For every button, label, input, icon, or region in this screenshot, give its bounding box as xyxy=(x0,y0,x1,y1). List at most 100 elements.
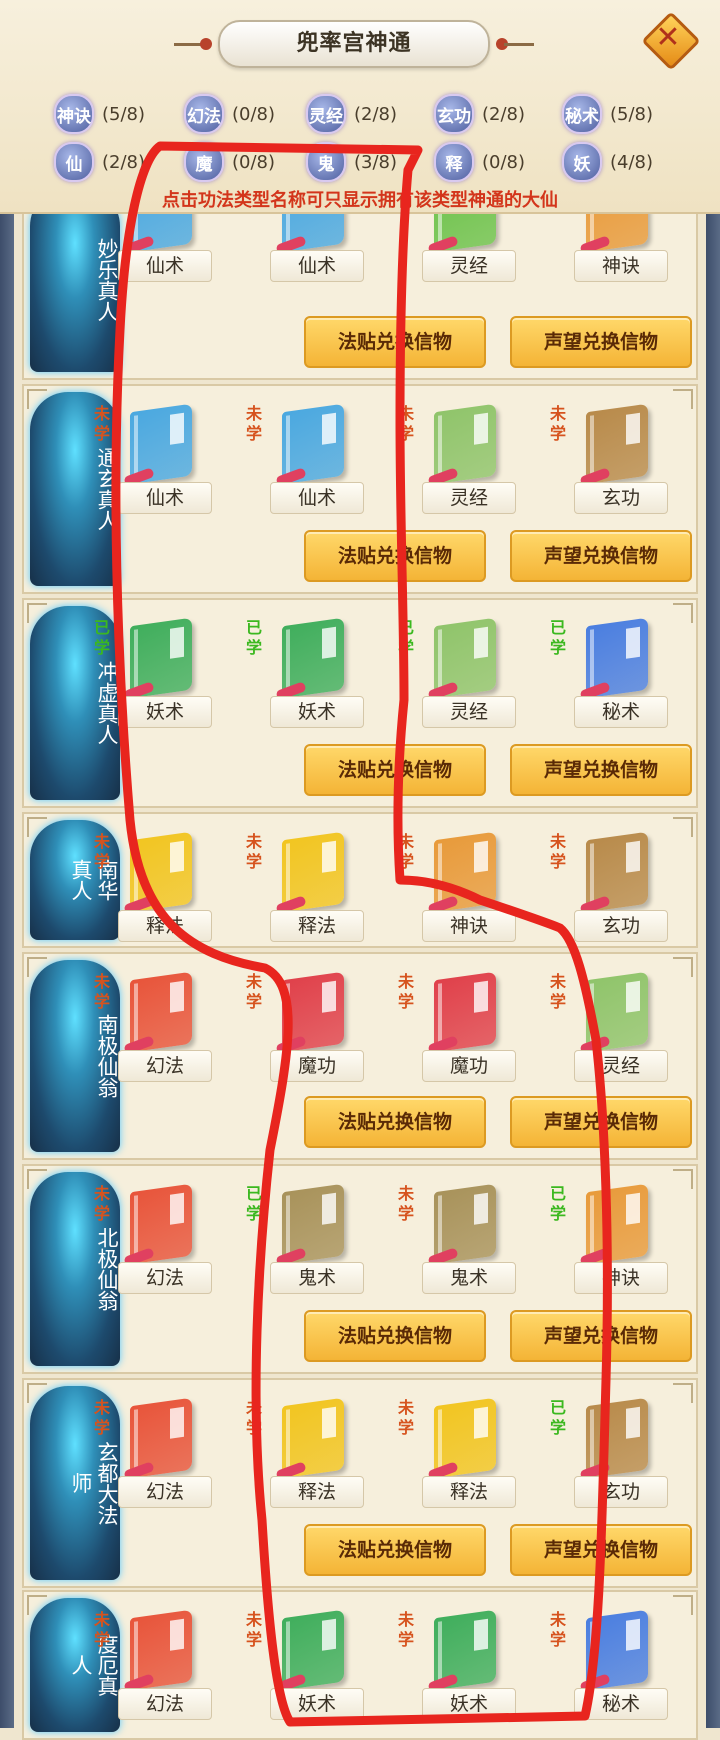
skill-book[interactable]: 已学玄功 xyxy=(550,1394,686,1508)
skill-book[interactable]: 未学释法 xyxy=(246,828,382,942)
page-title: 兜率宫神通 xyxy=(296,31,412,56)
skill-book[interactable]: 已学 灵经 xyxy=(398,614,534,728)
filter-type-icon: 幻法 xyxy=(184,94,224,134)
skill-book-label: 灵经 xyxy=(422,250,516,282)
skill-book-label: 灵经 xyxy=(422,482,516,514)
filter-chip[interactable]: 神诀 (5/8) xyxy=(54,94,145,134)
learn-status: 已学 xyxy=(550,1398,567,1437)
skill-book[interactable]: 未学 玄功 xyxy=(550,400,686,514)
reputation-exchange-button[interactable]: 声望兑换信物 xyxy=(510,316,692,368)
npc-name-panel[interactable]: 妙乐真人 xyxy=(30,188,120,372)
reputation-exchange-button[interactable]: 声望兑换信物 xyxy=(510,744,692,796)
learn-status: 未学 xyxy=(94,1184,111,1223)
learn-status: 未学 xyxy=(398,1398,415,1437)
skill-book-label: 秘术 xyxy=(574,1688,668,1720)
learn-status: 未学 xyxy=(94,404,111,443)
reputation-exchange-button[interactable]: 声望兑换信物 xyxy=(510,1524,692,1576)
skill-book[interactable]: 未学 仙术 xyxy=(246,400,382,514)
hint-text: 点击功法类型名称可只显示拥有该类型神通的大仙 xyxy=(162,190,558,211)
filter-chip[interactable]: 仙 (2/8) xyxy=(54,142,145,182)
npc-name: 北极仙翁 xyxy=(95,1227,119,1311)
npc-name: 玄都大法师 xyxy=(69,1441,119,1525)
skill-book[interactable]: 未学 释法 xyxy=(94,828,230,942)
skill-book[interactable]: 未学 仙术 xyxy=(94,400,230,514)
filter-chip[interactable]: 玄功 (2/8) xyxy=(434,94,525,134)
skill-book[interactable]: 未学 魔功 xyxy=(398,968,534,1082)
learn-status: 已学 xyxy=(246,1184,263,1223)
fatie-exchange-button[interactable]: 法贴兑换信物 xyxy=(304,744,486,796)
learn-status: 未学 xyxy=(550,972,567,1011)
skill-book[interactable]: 未学神诀 xyxy=(398,828,534,942)
filter-chip[interactable]: 妖 (4/8) xyxy=(562,142,653,182)
close-button[interactable]: ✕ xyxy=(641,11,701,71)
filter-chip[interactable]: 幻法 (0/8) xyxy=(184,94,275,134)
skill-book[interactable]: 已学 秘术 xyxy=(550,614,686,728)
skill-book[interactable]: 已学 神诀 xyxy=(550,1180,686,1294)
skill-book[interactable]: 未学 灵经 xyxy=(398,400,534,514)
reputation-exchange-button[interactable]: 声望兑换信物 xyxy=(510,1096,692,1148)
skill-book-label: 玄功 xyxy=(574,1476,668,1508)
skill-book-label: 玄功 xyxy=(574,910,668,942)
filter-chip[interactable]: 秘术 (5/8) xyxy=(562,94,653,134)
learn-status: 未学 xyxy=(550,1610,567,1649)
learn-status: 未学 xyxy=(94,832,111,871)
skill-book[interactable]: 未学 幻法 xyxy=(94,968,230,1082)
filter-count: (5/8) xyxy=(610,103,654,125)
fatie-exchange-button[interactable]: 法贴兑换信物 xyxy=(304,1524,486,1576)
learn-status: 未学 xyxy=(246,832,263,871)
npc-card: 度厄真人 未学 幻法 未学 妖术 未学 妖术 未学 秘术 xyxy=(22,1590,698,1740)
skill-book[interactable]: 未学 幻法 xyxy=(94,1394,230,1508)
skill-book[interactable]: 未学 幻法 xyxy=(94,1606,230,1720)
skill-book[interactable]: 未学 鬼术 xyxy=(398,1180,534,1294)
fatie-exchange-button[interactable]: 法贴兑换信物 xyxy=(304,530,486,582)
skill-book-label: 幻法 xyxy=(118,1262,212,1294)
filter-count: (5/8) xyxy=(102,103,146,125)
filter-count: (2/8) xyxy=(354,103,398,125)
skill-book[interactable]: 未学 妖术 xyxy=(398,1606,534,1720)
learn-status: 已学 xyxy=(94,618,111,657)
fatie-exchange-button[interactable]: 法贴兑换信物 xyxy=(304,1096,486,1148)
learn-status: 未学 xyxy=(246,972,263,1011)
skill-book[interactable]: 已学 妖术 xyxy=(246,614,382,728)
learn-status: 未学 xyxy=(246,404,263,443)
filter-type-icon: 神诀 xyxy=(54,94,94,134)
npc-name: 冲虚真人 xyxy=(95,661,119,745)
learn-status: 未学 xyxy=(398,832,415,871)
filter-type-icon: 玄功 xyxy=(434,94,474,134)
filter-chip[interactable]: 灵经 (2/8) xyxy=(306,94,397,134)
reputation-exchange-button[interactable]: 声望兑换信物 xyxy=(510,530,692,582)
skill-book[interactable]: 未学 魔功 xyxy=(246,968,382,1082)
fatie-exchange-button[interactable]: 法贴兑换信物 xyxy=(304,316,486,368)
skill-book-label: 魔功 xyxy=(422,1050,516,1082)
skill-book-label: 神诀 xyxy=(422,910,516,942)
filter-type-icon: 仙 xyxy=(54,142,94,182)
skill-book-label: 灵经 xyxy=(574,1050,668,1082)
skill-book[interactable]: 已学 鬼术 xyxy=(246,1180,382,1294)
skill-book[interactable]: 未学 妖术 xyxy=(246,1606,382,1720)
skill-book[interactable]: 未学灵经 xyxy=(550,968,686,1082)
skill-book[interactable]: 未学 玄功 xyxy=(550,828,686,942)
filter-count: (0/8) xyxy=(232,103,276,125)
reputation-exchange-button[interactable]: 声望兑换信物 xyxy=(510,1310,692,1362)
filter-count: (2/8) xyxy=(102,151,146,173)
skill-book[interactable]: 未学释法 xyxy=(398,1394,534,1508)
skill-book-label: 释法 xyxy=(422,1476,516,1508)
learn-status: 未学 xyxy=(94,972,111,1011)
skill-book-label: 神诀 xyxy=(574,1262,668,1294)
skill-book-label: 妖术 xyxy=(270,696,364,728)
filter-type-icon: 灵经 xyxy=(306,94,346,134)
filter-chip[interactable]: 魔 (0/8) xyxy=(184,142,275,182)
skill-book[interactable]: 未学幻法 xyxy=(94,1180,230,1294)
filter-chip[interactable]: 鬼 (3/8) xyxy=(306,142,397,182)
npc-card: 北极仙翁 未学 幻法 已学 鬼术 未学 鬼术 已学 神诀 法贴兑换信物 声望兑换信物 xyxy=(22,1164,698,1374)
fatie-exchange-button[interactable]: 法贴兑换信物 xyxy=(304,1310,486,1362)
skill-book[interactable]: 未学 释法 xyxy=(246,1394,382,1508)
skill-book[interactable]: 未学秘术 xyxy=(550,1606,686,1720)
skill-book[interactable]: 已学 妖术 xyxy=(94,614,230,728)
filter-count: (2/8) xyxy=(482,103,526,125)
npc-name: 南极仙翁 xyxy=(95,1014,119,1098)
learn-status: 已学 xyxy=(398,618,415,657)
skill-book-label: 释法 xyxy=(270,910,364,942)
filter-chip[interactable]: 释 (0/8) xyxy=(434,142,525,182)
npc-name: 妙乐真人 xyxy=(95,238,119,322)
